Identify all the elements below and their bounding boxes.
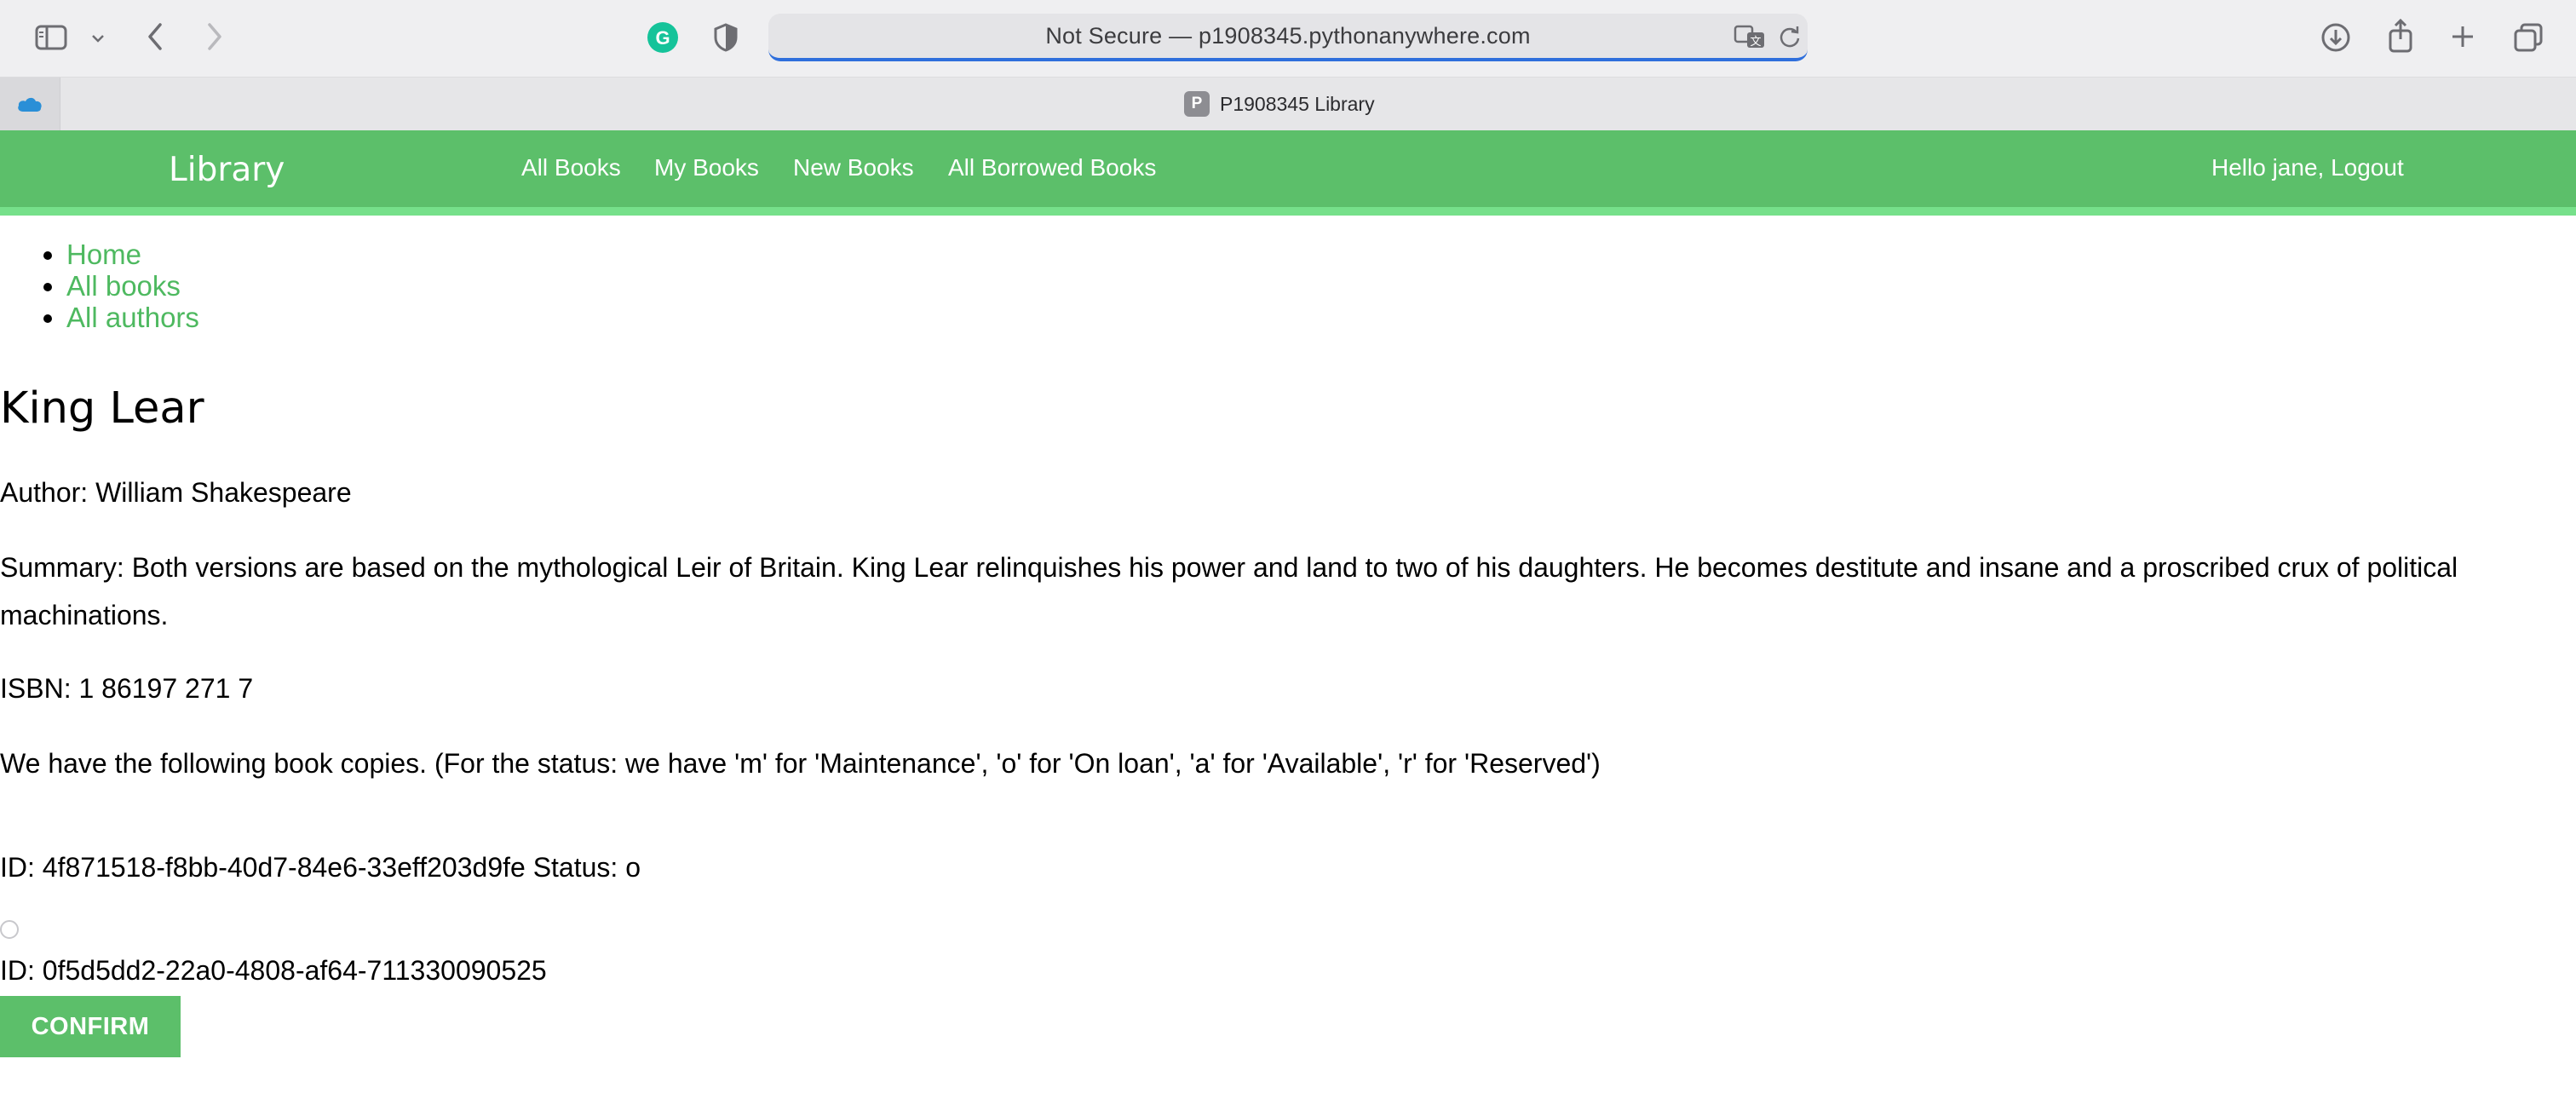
- tab-bar: P P1908345 Library: [0, 78, 2576, 131]
- browser-toolbar: G Not Secure — p1908345.pythonanywhere.c…: [0, 0, 2576, 78]
- copies-intro: We have the following book copies. (For …: [0, 748, 1601, 779]
- nav-my-books[interactable]: My Books: [654, 154, 759, 181]
- nav-new-books[interactable]: New Books: [793, 154, 914, 181]
- sidebar-link-all-authors[interactable]: All authors: [66, 302, 199, 333]
- chevron-left-icon[interactable]: [141, 19, 169, 55]
- tab-title: P1908345 Library: [1220, 92, 1375, 115]
- nav-all-books[interactable]: All Books: [521, 154, 621, 181]
- copy-select-radio[interactable]: [0, 920, 19, 939]
- share-icon[interactable]: [2385, 17, 2416, 55]
- tab-active[interactable]: P P1908345 Library: [1184, 78, 1392, 130]
- svg-text:G: G: [655, 27, 670, 49]
- page-title: King Lear: [0, 383, 204, 434]
- svg-text:文: 文: [1750, 35, 1761, 48]
- sidebar-item-all-books: All books: [66, 270, 199, 302]
- book-summary: Summary: Both versions are based on the …: [0, 552, 2458, 630]
- site-navbar: Library All Books My Books New Books All…: [0, 130, 2576, 216]
- brand-link[interactable]: Library: [169, 151, 285, 189]
- cloud-icon: [18, 97, 42, 112]
- book-author: Author: William Shakespeare: [0, 477, 352, 508]
- address-bar[interactable]: Not Secure — p1908345.pythonanywhere.com: [768, 14, 1808, 61]
- tabs-icon[interactable]: [2511, 20, 2545, 55]
- pinned-tab[interactable]: [0, 78, 60, 130]
- book-isbn: ISBN: 1 86197 271 7: [0, 673, 254, 704]
- shield-icon[interactable]: [710, 20, 741, 55]
- address-text: Not Secure — p1908345.pythonanywhere.com: [1045, 22, 1531, 49]
- grammarly-icon[interactable]: G: [646, 20, 680, 55]
- copy-row-1: ID: 4f871518-f8bb-40d7-84e6-33eff203d9fe…: [0, 852, 641, 883]
- sidebar-link-all-books[interactable]: All books: [66, 270, 181, 302]
- chevron-right-icon[interactable]: [201, 19, 228, 55]
- favicon-icon: P: [1184, 91, 1210, 117]
- download-icon[interactable]: [2319, 20, 2353, 55]
- sidebar-item-all-authors: All authors: [66, 302, 199, 333]
- reload-icon[interactable]: [1775, 22, 1804, 51]
- copy-row-2: ID: 0f5d5dd2-22a0-4808-af64-711330090525: [0, 955, 547, 986]
- user-logout-link[interactable]: Hello jane, Logout: [2211, 154, 2404, 181]
- confirm-button[interactable]: CONFIRM: [0, 996, 181, 1057]
- chevron-down-icon[interactable]: [85, 26, 111, 51]
- sidebar-icon[interactable]: [34, 22, 68, 53]
- nav-all-borrowed-books[interactable]: All Borrowed Books: [948, 154, 1156, 181]
- sidebar-nav: Home All books All authors: [0, 239, 199, 333]
- sidebar-item-home: Home: [66, 239, 199, 270]
- plus-icon[interactable]: [2447, 20, 2479, 53]
- translate-icon[interactable]: 文: [1733, 22, 1767, 51]
- sidebar-link-home[interactable]: Home: [66, 239, 141, 270]
